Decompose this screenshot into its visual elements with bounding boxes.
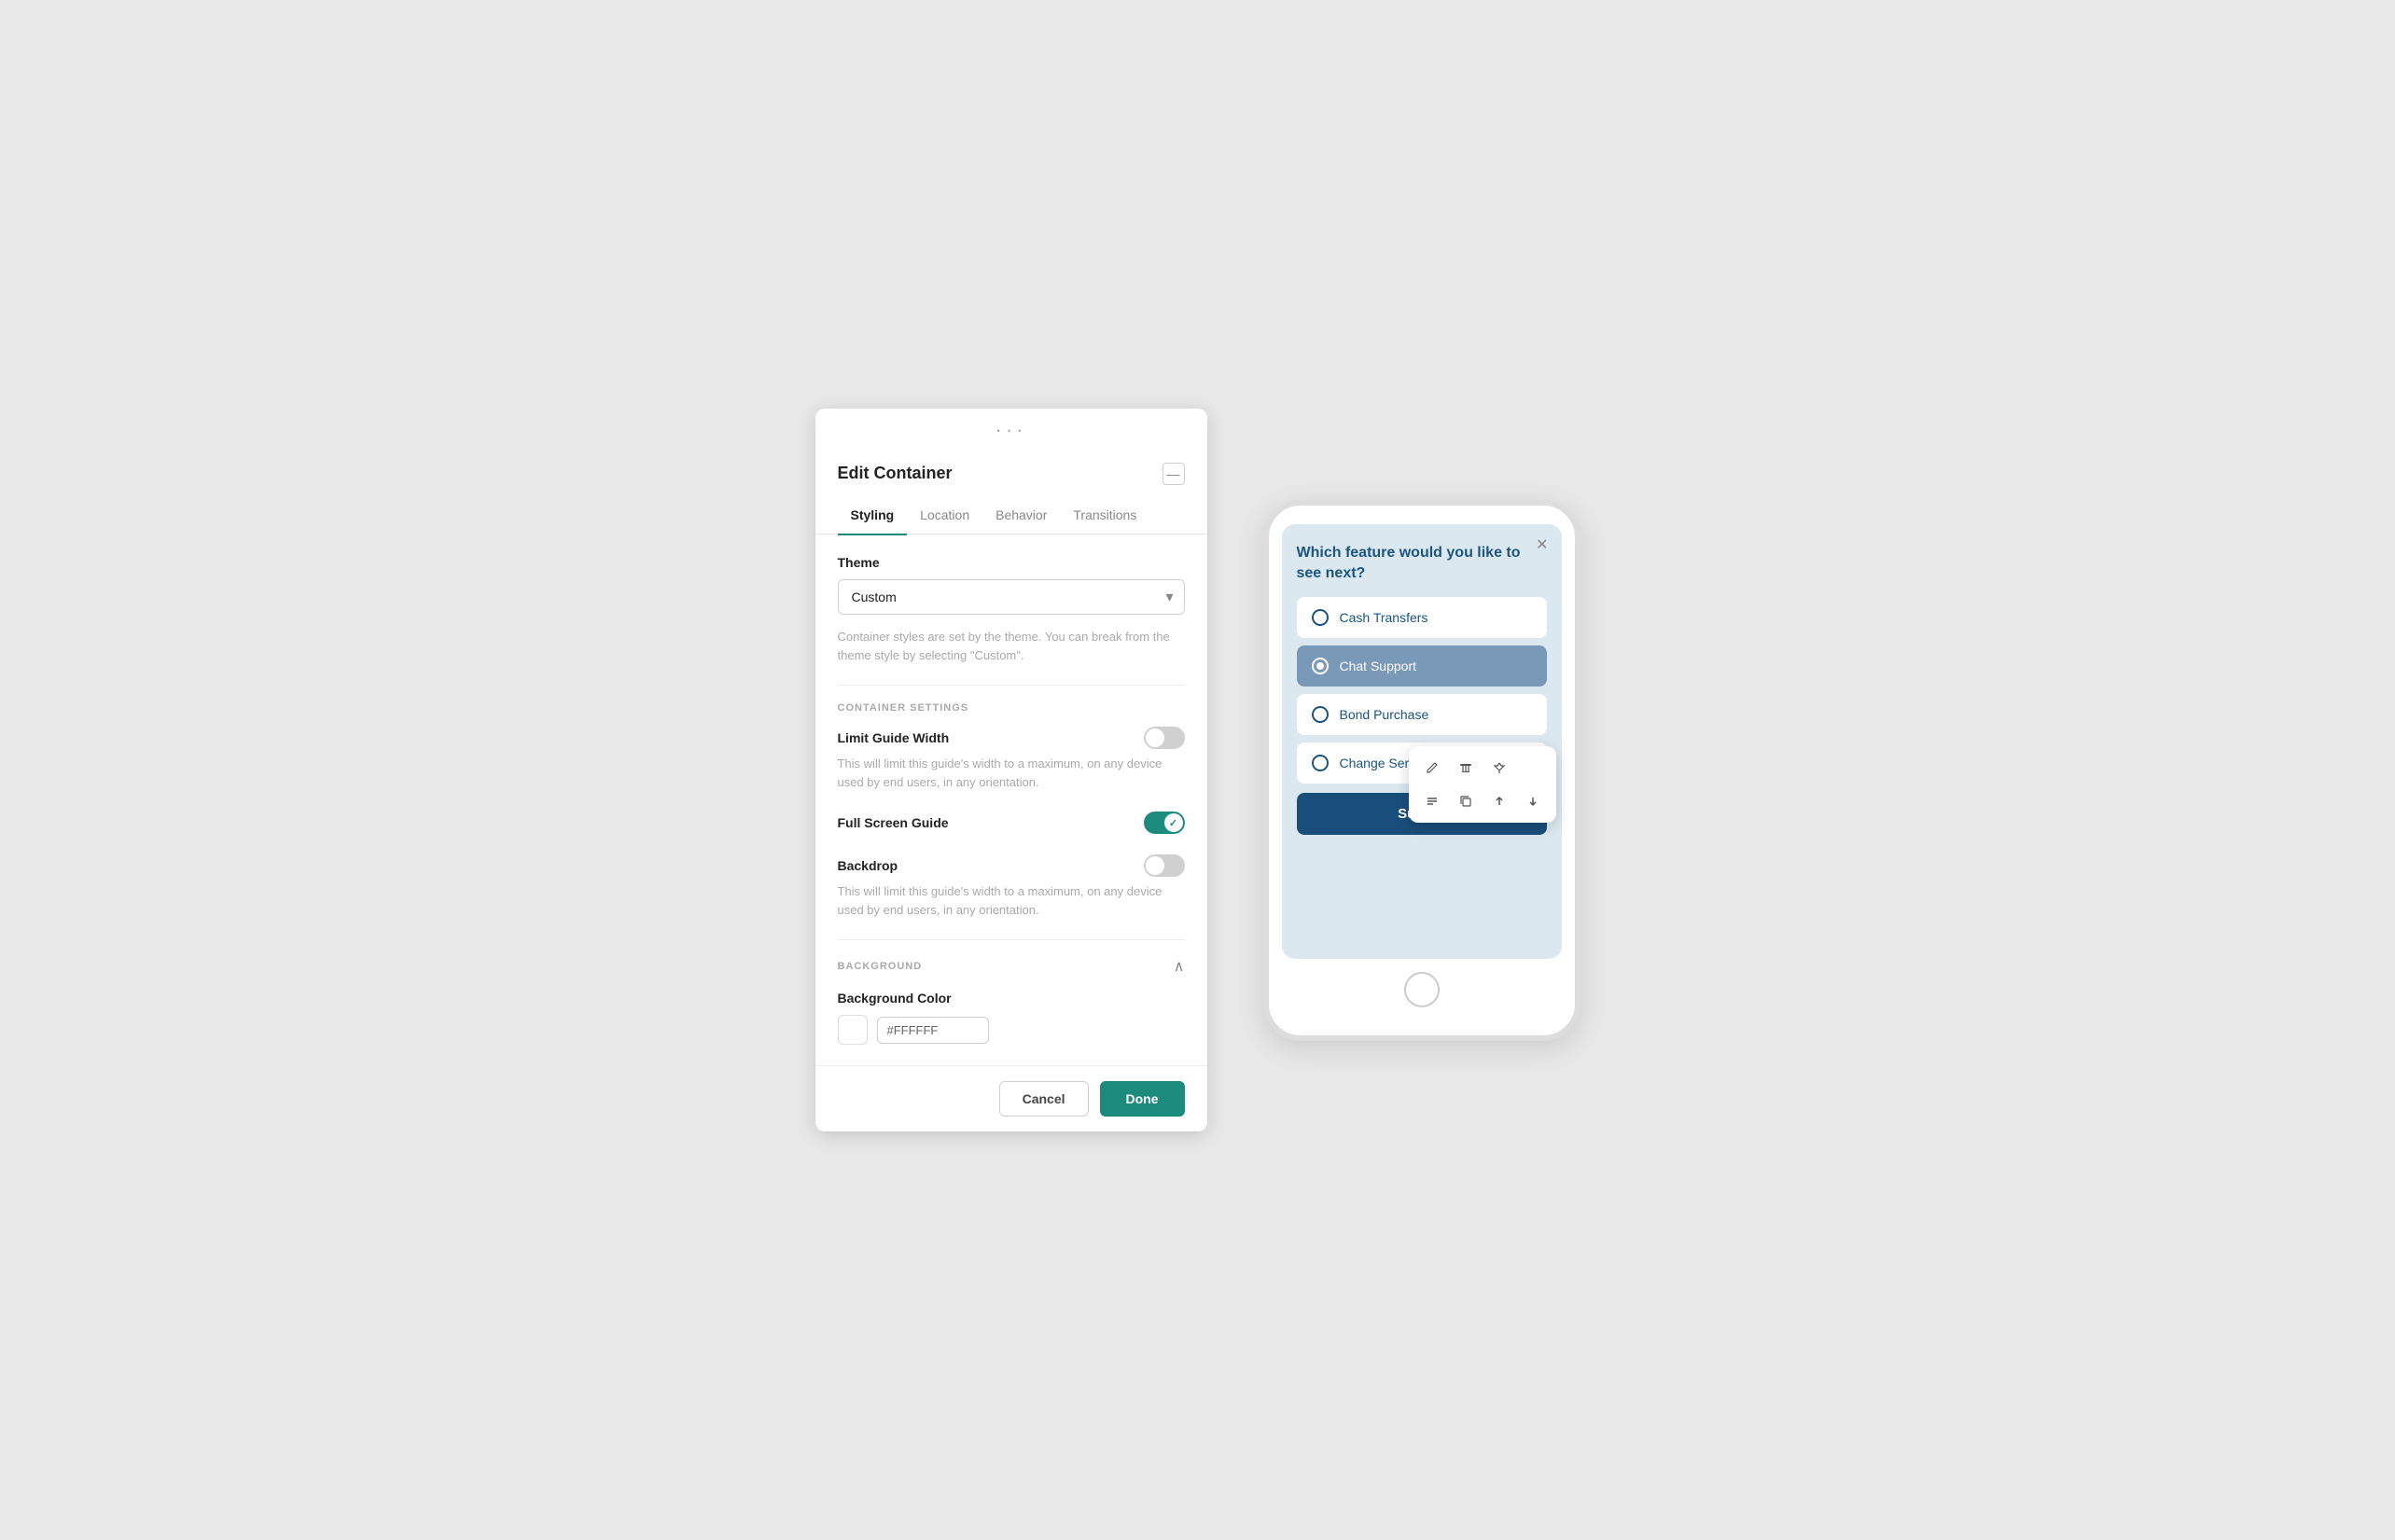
radio-circle-3 — [1312, 706, 1329, 723]
radio-circle-2 — [1312, 658, 1329, 674]
radio-circle-4 — [1312, 755, 1329, 771]
done-button[interactable]: Done — [1100, 1081, 1185, 1117]
backdrop-header: Backdrop — [838, 854, 1185, 877]
theme-hint: Container styles are set by the theme. Y… — [838, 628, 1185, 664]
phone-close-icon[interactable]: ✕ — [1536, 535, 1548, 554]
toolbar-edit-button[interactable] — [1418, 754, 1446, 782]
theme-dropdown-wrap: Custom ▾ — [838, 579, 1185, 615]
submit-area: Submit — [1297, 793, 1547, 835]
theme-dropdown[interactable]: Custom — [838, 579, 1185, 615]
theme-section: Theme Custom ▾ Container styles are set … — [838, 555, 1185, 664]
toolbar-copy-button[interactable] — [1452, 787, 1480, 815]
limit-guide-width-title: Limit Guide Width — [838, 730, 950, 745]
limit-guide-width-row: Limit Guide Width This will limit this g… — [838, 727, 1185, 791]
cancel-button[interactable]: Cancel — [999, 1081, 1089, 1117]
color-hex-input[interactable] — [877, 1017, 989, 1044]
background-collapse-icon[interactable]: ∧ — [1174, 957, 1185, 976]
radio-label-cash-transfers: Cash Transfers — [1340, 610, 1428, 625]
toolbar-pin-button[interactable] — [1485, 754, 1513, 782]
tab-transitions[interactable]: Transitions — [1060, 498, 1149, 535]
bg-color-label: Background Color — [838, 991, 1185, 1006]
panel-title: Edit Container — [838, 464, 953, 483]
tab-behavior[interactable]: Behavior — [982, 498, 1060, 535]
full-screen-guide-row: Full Screen Guide ✓ — [838, 812, 1185, 834]
panel-body: Theme Custom ▾ Container styles are set … — [815, 534, 1207, 1065]
backdrop-toggle[interactable] — [1144, 854, 1185, 877]
panel-header: Edit Container — — [815, 446, 1207, 485]
bg-color-row — [838, 1015, 1185, 1045]
background-section-label: BACKGROUND — [838, 961, 923, 972]
background-section-header: BACKGROUND ∧ — [838, 957, 1185, 976]
radio-option-bond-purchase[interactable]: Bond Purchase — [1297, 694, 1547, 735]
divider-1 — [838, 685, 1185, 686]
radio-option-cash-transfers[interactable]: Cash Transfers — [1297, 597, 1547, 638]
radio-circle-1 — [1312, 609, 1329, 626]
minimize-button[interactable]: — — [1163, 463, 1185, 485]
backdrop-hint: This will limit this guide's width to a … — [838, 882, 1185, 919]
radio-dot-2 — [1316, 662, 1324, 670]
container-settings-label: CONTAINER SETTINGS — [838, 702, 1185, 714]
tab-location[interactable]: Location — [907, 498, 982, 535]
toolbar-up-button[interactable] — [1485, 787, 1513, 815]
theme-label: Theme — [838, 555, 1185, 570]
phone-question: Which feature would you like to see next… — [1297, 543, 1547, 585]
toolbar-align-button[interactable] — [1418, 787, 1446, 815]
edit-container-panel: ··· Edit Container — Styling Location Be… — [815, 409, 1207, 1132]
radio-label-chat-support: Chat Support — [1340, 659, 1417, 673]
drag-handle: ··· — [815, 409, 1207, 446]
radio-label-bond-purchase: Bond Purchase — [1340, 707, 1429, 722]
toggle-knob-backdrop — [1146, 856, 1164, 875]
toggle-knob-limit — [1146, 728, 1164, 747]
full-screen-guide-header: Full Screen Guide ✓ — [838, 812, 1185, 834]
phone-home-button[interactable] — [1404, 972, 1440, 1007]
toolbar-row-1 — [1418, 754, 1547, 782]
backdrop-row: Backdrop This will limit this guide's wi… — [838, 854, 1185, 919]
full-screen-guide-title: Full Screen Guide — [838, 815, 949, 830]
full-screen-guide-toggle[interactable]: ✓ — [1144, 812, 1185, 834]
toolbar-delete-button[interactable] — [1452, 754, 1480, 782]
phone-mockup: ✕ Which feature would you like to see ne… — [1263, 500, 1580, 1041]
divider-2 — [838, 939, 1185, 940]
toolbar-down-button[interactable] — [1519, 787, 1547, 815]
float-toolbar — [1409, 746, 1556, 823]
tab-styling[interactable]: Styling — [838, 498, 908, 535]
limit-guide-width-header: Limit Guide Width — [838, 727, 1185, 749]
limit-guide-width-toggle[interactable] — [1144, 727, 1185, 749]
panel-footer: Cancel Done — [815, 1065, 1207, 1131]
radio-option-chat-support[interactable]: Chat Support — [1297, 645, 1547, 687]
toggle-knob-fullscreen: ✓ — [1164, 813, 1183, 832]
limit-guide-hint: This will limit this guide's width to a … — [838, 755, 1185, 791]
color-swatch[interactable] — [838, 1015, 868, 1045]
toolbar-row-2 — [1418, 787, 1547, 815]
tabs-bar: Styling Location Behavior Transitions — [815, 498, 1207, 535]
backdrop-title: Backdrop — [838, 858, 898, 873]
phone-inner: ✕ Which feature would you like to see ne… — [1282, 524, 1562, 959]
